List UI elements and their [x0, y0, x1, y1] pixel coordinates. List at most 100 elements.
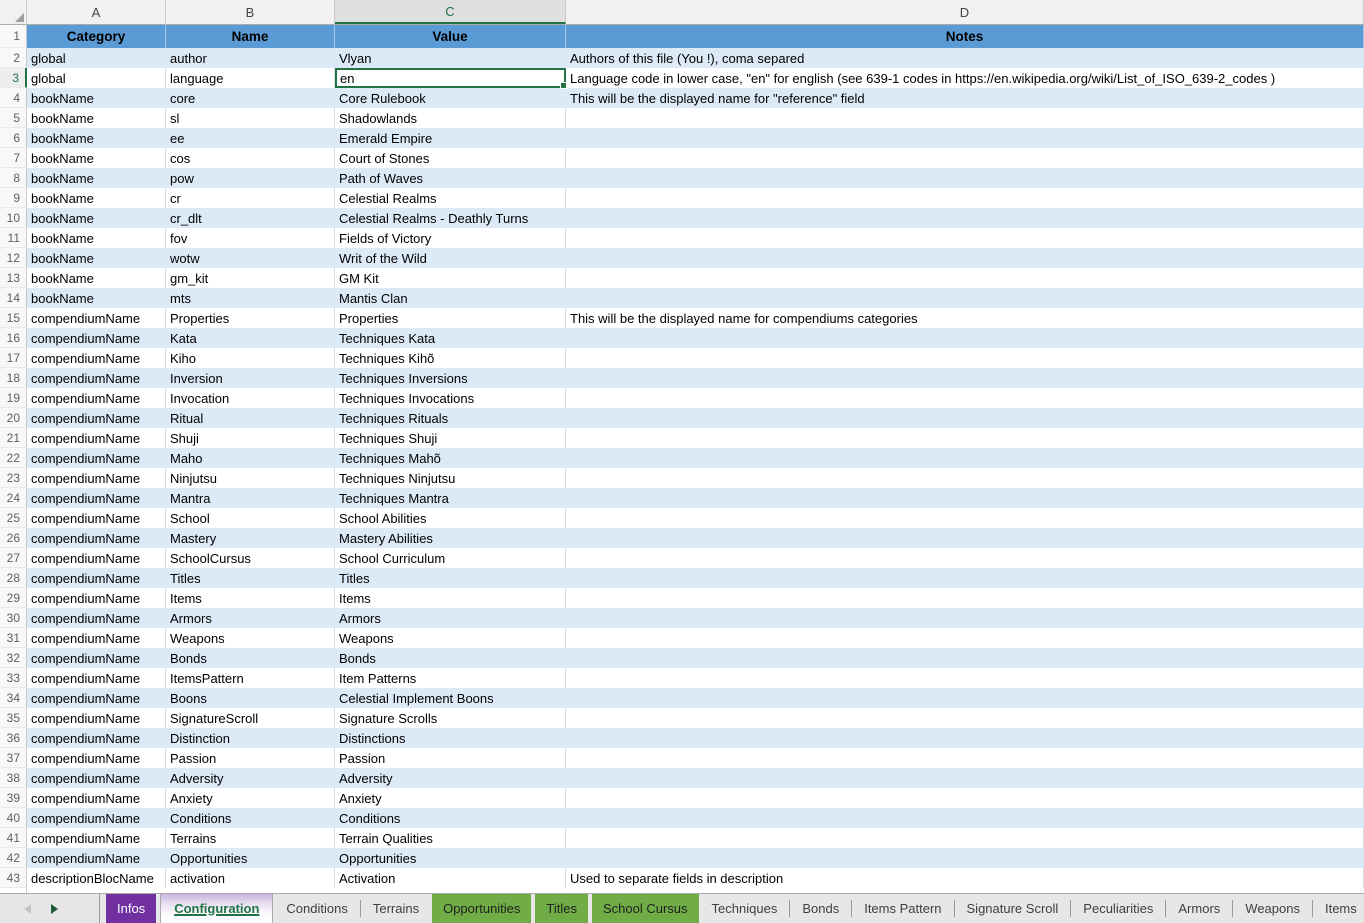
- cell[interactable]: Mantra: [166, 488, 335, 508]
- cell[interactable]: [566, 608, 1364, 628]
- next-sheet-icon[interactable]: [51, 904, 58, 914]
- cell[interactable]: compendiumName: [27, 388, 166, 408]
- cell[interactable]: ee: [166, 128, 335, 148]
- cell[interactable]: Armors: [335, 608, 566, 628]
- cell[interactable]: [566, 388, 1364, 408]
- cell[interactable]: bookName: [27, 208, 166, 228]
- cell[interactable]: Techniques Inversions: [335, 368, 566, 388]
- cell[interactable]: [566, 228, 1364, 248]
- cell[interactable]: bookName: [27, 128, 166, 148]
- cell[interactable]: Opportunities: [166, 848, 335, 868]
- cell[interactable]: SchoolCursus: [166, 548, 335, 568]
- cell[interactable]: School Curriculum: [335, 548, 566, 568]
- cell[interactable]: compendiumName: [27, 628, 166, 648]
- cell[interactable]: Passion: [166, 748, 335, 768]
- cell[interactable]: compendiumName: [27, 728, 166, 748]
- cell[interactable]: bookName: [27, 268, 166, 288]
- sheet-tab-bonds[interactable]: Bonds: [791, 894, 850, 923]
- cell[interactable]: Inversion: [166, 368, 335, 388]
- cell[interactable]: Bonds: [166, 648, 335, 668]
- cell[interactable]: Emerald Empire: [335, 128, 566, 148]
- selected-cell[interactable]: en: [335, 68, 566, 88]
- row-number[interactable]: 20: [0, 408, 27, 428]
- cell[interactable]: compendiumName: [27, 488, 166, 508]
- sheet-tab-conditions[interactable]: Conditions: [275, 894, 358, 923]
- cell[interactable]: compendiumName: [27, 368, 166, 388]
- cell[interactable]: sl: [166, 108, 335, 128]
- cell[interactable]: Maho: [166, 448, 335, 468]
- table-column-title[interactable]: Value: [335, 25, 566, 48]
- cell[interactable]: SignatureScroll: [166, 708, 335, 728]
- cell[interactable]: Activation: [335, 868, 566, 888]
- cell[interactable]: compendiumName: [27, 348, 166, 368]
- cell[interactable]: Distinction: [166, 728, 335, 748]
- cell[interactable]: [566, 788, 1364, 808]
- row-number[interactable]: 6: [0, 128, 27, 148]
- cell[interactable]: [566, 148, 1364, 168]
- cell[interactable]: compendiumName: [27, 808, 166, 828]
- cell[interactable]: ItemsPattern: [166, 668, 335, 688]
- cell[interactable]: Conditions: [166, 808, 335, 828]
- cell[interactable]: This will be the displayed name for comp…: [566, 308, 1364, 328]
- cell[interactable]: Language code in lower case, "en" for en…: [566, 68, 1364, 88]
- cell[interactable]: Bonds: [335, 648, 566, 668]
- row-number[interactable]: 39: [0, 788, 27, 808]
- cell[interactable]: Used to separate fields in description: [566, 868, 1364, 888]
- cell[interactable]: [566, 848, 1364, 868]
- cell[interactable]: [566, 108, 1364, 128]
- cell[interactable]: [566, 348, 1364, 368]
- cell[interactable]: Core Rulebook: [335, 88, 566, 108]
- cell[interactable]: [566, 368, 1364, 388]
- select-all-corner[interactable]: [0, 0, 27, 24]
- row-number[interactable]: 41: [0, 828, 27, 848]
- cell[interactable]: bookName: [27, 148, 166, 168]
- cell[interactable]: Passion: [335, 748, 566, 768]
- cell[interactable]: GM Kit: [335, 268, 566, 288]
- cell[interactable]: pow: [166, 168, 335, 188]
- cell[interactable]: [566, 428, 1364, 448]
- cell[interactable]: cr_dlt: [166, 208, 335, 228]
- cell[interactable]: fov: [166, 228, 335, 248]
- cell[interactable]: Mastery: [166, 528, 335, 548]
- table-column-title[interactable]: Category: [27, 25, 166, 48]
- cell[interactable]: bookName: [27, 228, 166, 248]
- cell[interactable]: Vlyan: [335, 48, 566, 68]
- cell[interactable]: Ninjutsu: [166, 468, 335, 488]
- cell[interactable]: compendiumName: [27, 668, 166, 688]
- sheet-tab-items-pattern[interactable]: Items Pattern: [853, 894, 952, 923]
- cell[interactable]: compendiumName: [27, 848, 166, 868]
- cell[interactable]: Celestial Implement Boons: [335, 688, 566, 708]
- cell[interactable]: compendiumName: [27, 308, 166, 328]
- cell[interactable]: core: [166, 88, 335, 108]
- row-number[interactable]: 36: [0, 728, 27, 748]
- cell[interactable]: Shadowlands: [335, 108, 566, 128]
- cell[interactable]: Techniques Kata: [335, 328, 566, 348]
- cell[interactable]: Techniques Shuji: [335, 428, 566, 448]
- row-number[interactable]: 30: [0, 608, 27, 628]
- cell[interactable]: Distinctions: [335, 728, 566, 748]
- column-header-a[interactable]: A: [27, 0, 166, 24]
- row-number[interactable]: 4: [0, 88, 27, 108]
- row-number[interactable]: 25: [0, 508, 27, 528]
- cell[interactable]: bookName: [27, 188, 166, 208]
- cell[interactable]: [566, 468, 1364, 488]
- sheet-tab-peculiarities[interactable]: Peculiarities: [1072, 894, 1164, 923]
- row-number[interactable]: 3: [0, 68, 27, 88]
- cell[interactable]: Terrain Qualities: [335, 828, 566, 848]
- cell[interactable]: compendiumName: [27, 688, 166, 708]
- sheet-tab-opportunities[interactable]: Opportunities: [432, 894, 531, 923]
- cell[interactable]: [566, 728, 1364, 748]
- cell[interactable]: compendiumName: [27, 788, 166, 808]
- cell[interactable]: compendiumName: [27, 468, 166, 488]
- cell[interactable]: [566, 188, 1364, 208]
- row-number[interactable]: 35: [0, 708, 27, 728]
- cell[interactable]: Armors: [166, 608, 335, 628]
- cell[interactable]: Adversity: [335, 768, 566, 788]
- cell[interactable]: [566, 448, 1364, 468]
- cell[interactable]: Weapons: [166, 628, 335, 648]
- cell[interactable]: gm_kit: [166, 268, 335, 288]
- cell[interactable]: Conditions: [335, 808, 566, 828]
- row-number[interactable]: 43: [0, 868, 27, 888]
- cell[interactable]: compendiumName: [27, 328, 166, 348]
- sheet-tab-weapons[interactable]: Weapons: [1234, 894, 1311, 923]
